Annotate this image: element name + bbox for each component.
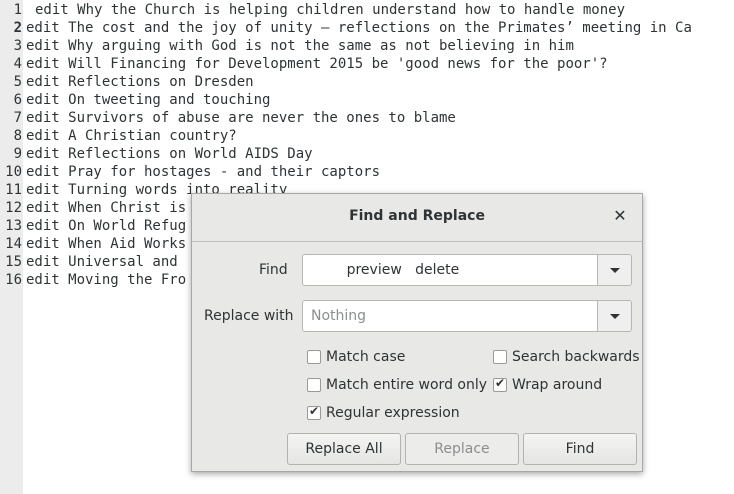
- find-label: Find: [259, 262, 288, 278]
- line-number: 9: [13, 146, 22, 162]
- dialog-title: Find and Replace: [349, 208, 485, 224]
- editor-line[interactable]: 4 edit Will Financing for Development 201…: [0, 55, 608, 73]
- chevron-down-icon: [610, 268, 620, 273]
- editor-line[interactable]: 7 edit Survivors of abuse are never the o…: [0, 109, 456, 127]
- editor-line[interactable]: 10 edit Pray for hostages - and their cap…: [0, 163, 380, 181]
- line-text[interactable]: edit Universal and: [26, 253, 178, 271]
- line-number: 14: [5, 236, 22, 252]
- search-backwards-checkbox[interactable]: Search backwards: [493, 349, 640, 365]
- find-input[interactable]: preview delete: [311, 262, 460, 278]
- line-number: 8: [13, 128, 22, 144]
- editor-line[interactable]: 3 edit Why arguing with God is not the sa…: [0, 37, 574, 55]
- replace-button[interactable]: Replace: [405, 433, 519, 465]
- editor-line[interactable]: 6 edit On tweeting and touching: [0, 91, 271, 109]
- wrap-around-label: Wrap around: [512, 377, 603, 393]
- replace-combo[interactable]: Nothing: [302, 300, 632, 332]
- match-entire-word-box[interactable]: [307, 378, 321, 392]
- match-entire-word-checkbox[interactable]: Match entire word only: [307, 377, 487, 393]
- line-text[interactable]: edit Why the Church is helping children …: [35, 1, 625, 19]
- line-number: 16: [5, 272, 22, 288]
- replace-input[interactable]: Nothing: [311, 308, 366, 324]
- line-text[interactable]: edit Survivors of abuse are never the on…: [26, 109, 456, 127]
- line-number: 5: [13, 74, 22, 90]
- replace-label: Replace with: [204, 308, 294, 324]
- line-text[interactable]: edit Pray for hostages - and their capto…: [26, 163, 380, 181]
- editor-line[interactable]: 15 edit Universal and: [0, 253, 178, 271]
- line-number: 12: [5, 200, 22, 216]
- chevron-down-icon: [610, 314, 620, 319]
- line-number: 2: [13, 20, 22, 36]
- line-text[interactable]: edit When Christ is: [26, 199, 186, 217]
- line-number: 11: [5, 182, 22, 198]
- line-number: 4: [13, 56, 22, 72]
- line-text[interactable]: edit The cost and the joy of unity – ref…: [26, 19, 692, 37]
- search-backwards-box[interactable]: [493, 350, 507, 364]
- editor-line[interactable]: 14 edit When Aid Works: [0, 235, 186, 253]
- line-text[interactable]: edit A Christian country?: [26, 127, 237, 145]
- wrap-around-checkbox[interactable]: Wrap around: [493, 376, 603, 393]
- line-number: 6: [13, 92, 22, 108]
- line-number: 15: [5, 254, 22, 270]
- dialog-titlebar: Find and Replace ✕: [192, 194, 642, 242]
- line-number: 7: [13, 110, 22, 126]
- editor-line[interactable]: 1 edit Why the Church is helping children…: [0, 1, 625, 19]
- line-text[interactable]: edit On tweeting and touching: [26, 91, 270, 109]
- search-backwards-label: Search backwards: [512, 349, 640, 365]
- regular-expression-label: Regular expression: [326, 405, 460, 421]
- line-text[interactable]: edit Reflections on World AIDS Day: [26, 145, 313, 163]
- find-history-dropdown[interactable]: [597, 255, 631, 285]
- line-text[interactable]: edit Reflections on Dresden: [26, 73, 254, 91]
- find-replace-dialog: Find and Replace ✕ Find preview delete R…: [191, 193, 643, 472]
- editor-line[interactable]: 9 edit Reflections on World AIDS Day: [0, 145, 313, 163]
- line-text[interactable]: edit Moving the Fro: [26, 271, 186, 289]
- wrap-around-box[interactable]: [493, 376, 507, 392]
- editor-line[interactable]: 12 edit When Christ is: [0, 199, 186, 217]
- editor-line[interactable]: 8 edit A Christian country?: [0, 127, 237, 145]
- match-case-label: Match case: [326, 349, 406, 365]
- find-button[interactable]: Find: [523, 433, 637, 465]
- line-text[interactable]: edit On World Refug: [26, 217, 186, 235]
- find-combo[interactable]: preview delete: [302, 254, 632, 286]
- close-icon[interactable]: ✕: [612, 207, 628, 225]
- editor-line[interactable]: 5 edit Reflections on Dresden: [0, 73, 254, 91]
- line-number: 3: [13, 38, 22, 54]
- line-text[interactable]: edit Will Financing for Development 2015…: [26, 55, 608, 73]
- editor-line[interactable]: 16 edit Moving the Fro: [0, 271, 186, 289]
- regular-expression-box[interactable]: [307, 404, 321, 420]
- line-text[interactable]: edit When Aid Works: [26, 235, 186, 253]
- line-number: 1: [13, 2, 22, 18]
- line-number: 13: [5, 218, 22, 234]
- replace-history-dropdown[interactable]: [597, 301, 631, 331]
- match-case-box[interactable]: [307, 350, 321, 364]
- replace-all-button[interactable]: Replace All: [287, 433, 401, 465]
- regular-expression-checkbox[interactable]: Regular expression: [307, 404, 460, 421]
- match-entire-word-label: Match entire word only: [326, 377, 488, 393]
- line-number: 10: [5, 164, 22, 180]
- editor-line[interactable]: 11 edit Turning words into reality: [0, 181, 287, 199]
- match-case-checkbox[interactable]: Match case: [307, 349, 405, 365]
- line-text[interactable]: edit Why arguing with God is not the sam…: [26, 37, 574, 55]
- editor-line[interactable]: 13 edit On World Refug: [0, 217, 186, 235]
- editor-line[interactable]: 2 edit The cost and the joy of unity – re…: [0, 19, 692, 37]
